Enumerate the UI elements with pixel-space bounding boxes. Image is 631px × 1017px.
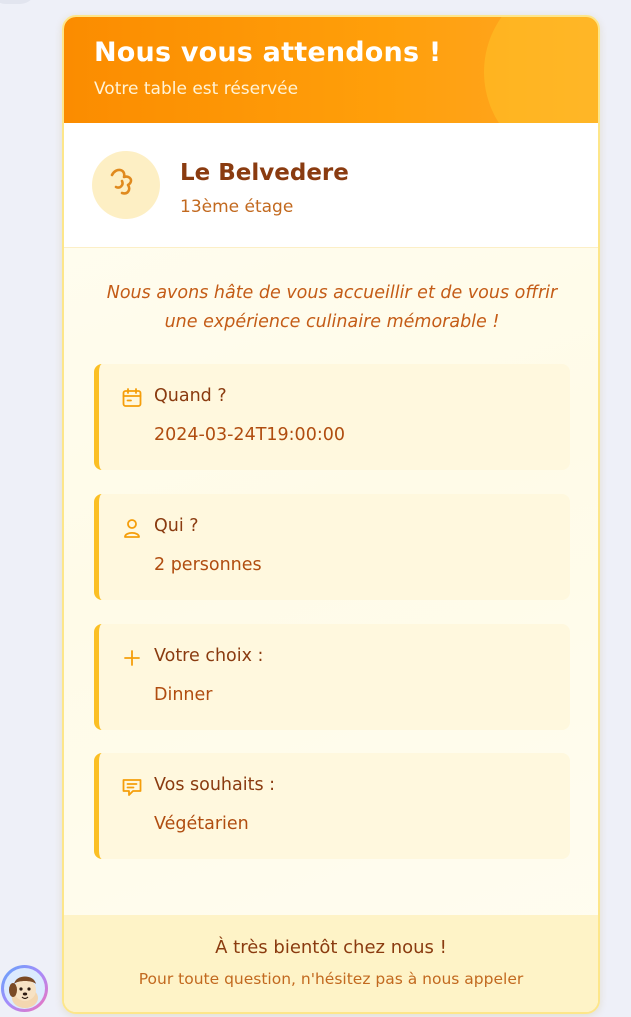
cartoon-dog-icon bbox=[9, 976, 38, 1008]
restaurant-name: Le Belvedere bbox=[180, 160, 349, 186]
detail-when: Quand ? 2024-03-24T19:00:00 bbox=[94, 364, 570, 470]
detail-who: Qui ? 2 personnes bbox=[94, 494, 570, 600]
header-subtitle: Votre table est réservée bbox=[94, 79, 299, 99]
restaurant-section: Le Belvedere 13ème étage bbox=[64, 123, 598, 248]
card-footer: À très bientôt chez nous ! Pour toute qu… bbox=[64, 915, 598, 1012]
restaurant-floor: 13ème étage bbox=[180, 197, 294, 217]
detail-label: Quand ? bbox=[154, 386, 227, 406]
detail-choice: Votre choix : Dinner bbox=[94, 624, 570, 730]
message-icon bbox=[122, 779, 142, 796]
calendar-icon bbox=[122, 388, 142, 407]
footer-message: À très bientôt chez nous ! bbox=[215, 937, 447, 958]
tagline: Nous avons hâte de vous accueillir et de… bbox=[106, 283, 558, 332]
detail-value: 2024-03-24T19:00:00 bbox=[154, 425, 345, 445]
footer-contact-note: Pour toute question, n'hésitez pas à nou… bbox=[138, 970, 524, 988]
assistant-avatar-button[interactable] bbox=[1, 965, 48, 1012]
detail-value: Végétarien bbox=[154, 814, 249, 834]
plus-icon bbox=[124, 650, 140, 666]
detail-value: Dinner bbox=[154, 685, 213, 705]
detail-label: Vos souhaits : bbox=[154, 775, 276, 795]
detail-label: Qui ? bbox=[154, 516, 199, 536]
header-title: Nous vous attendons ! bbox=[94, 37, 442, 68]
card-header: Nous vous attendons ! Votre table est ré… bbox=[64, 17, 598, 123]
reservation-card: Nous vous attendons ! Votre table est ré… bbox=[62, 15, 600, 1014]
detail-label: Votre choix : bbox=[154, 646, 264, 666]
window-corner bbox=[0, 0, 36, 4]
header-decoration bbox=[484, 17, 598, 123]
detail-wishes: Vos souhaits : Végétarien bbox=[94, 753, 570, 859]
user-icon bbox=[124, 519, 140, 538]
avatar bbox=[4, 968, 45, 1009]
detail-value: 2 personnes bbox=[154, 555, 262, 575]
chef-hat-icon bbox=[92, 151, 160, 219]
